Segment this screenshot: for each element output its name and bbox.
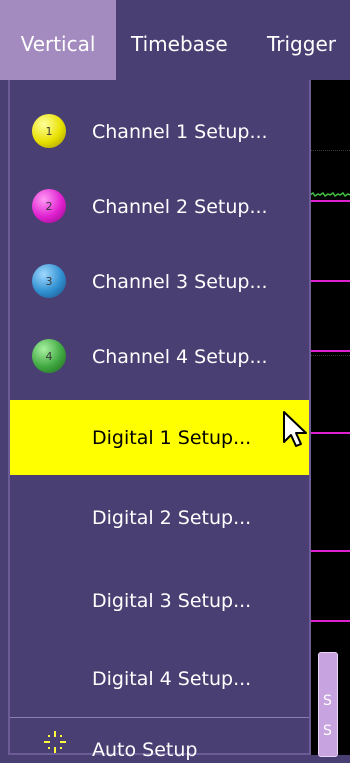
digital-trace [310, 620, 350, 622]
menu-item-digital-3-setup[interactable]: Digital 3 Setup... [10, 563, 309, 638]
digital-trace [310, 432, 350, 434]
menu-divider [10, 717, 309, 718]
channel-2-icon: 2 [32, 189, 66, 223]
menu-item-label: Auto Setup [92, 739, 198, 761]
channel-trace [310, 192, 350, 198]
scope-tag-label: S [323, 723, 332, 739]
menu-item-label: Digital 3 Setup... [92, 589, 252, 612]
channel-1-icon: 1 [32, 114, 66, 148]
scope-tag-label: S [323, 693, 332, 709]
menu-item-channel-3-setup[interactable]: 3 Channel 3 Setup... [10, 244, 309, 319]
digital-trace [310, 350, 350, 352]
menu-item-label: Channel 2 Setup... [92, 195, 268, 218]
menu-item-label: Digital 2 Setup... [92, 506, 252, 529]
menu-item-label: Channel 4 Setup... [92, 345, 268, 368]
menu-item-digital-1-setup[interactable]: Digital 1 Setup... [10, 400, 309, 475]
menu-bar: Vertical Timebase Trigger [0, 0, 350, 80]
vertical-dropdown-menu: 1 Channel 1 Setup... 2 Channel 2 Setup..… [8, 80, 311, 761]
channel-3-icon: 3 [32, 264, 66, 298]
menu-vertical[interactable]: Vertical [0, 0, 116, 80]
menu-item-channel-1-setup[interactable]: 1 Channel 1 Setup... [10, 94, 309, 169]
menu-trigger[interactable]: Trigger [267, 0, 336, 80]
menu-item-channel-2-setup[interactable]: 2 Channel 2 Setup... [10, 169, 309, 244]
menu-item-label: Digital 1 Setup... [92, 426, 252, 449]
digital-trace [310, 280, 350, 282]
menu-item-digital-2-setup[interactable]: Digital 2 Setup... [10, 480, 309, 555]
channel-4-icon: 4 [32, 339, 66, 373]
digital-trace [310, 550, 350, 552]
menu-item-auto-setup[interactable]: Auto Setup [10, 723, 309, 763]
menu-item-label: Digital 4 Setup... [92, 667, 252, 690]
grid-line [310, 355, 350, 356]
mouse-cursor-icon [283, 411, 307, 447]
grid-line [310, 150, 350, 151]
menu-timebase[interactable]: Timebase [131, 0, 228, 80]
sparkle-icon [44, 731, 66, 753]
digital-trace [310, 200, 350, 202]
menu-item-channel-4-setup[interactable]: 4 Channel 4 Setup... [10, 319, 309, 394]
scope-tag: S S [318, 652, 338, 757]
menu-item-label: Channel 3 Setup... [92, 270, 268, 293]
menu-item-label: Channel 1 Setup... [92, 120, 268, 143]
menu-item-digital-4-setup[interactable]: Digital 4 Setup... [10, 641, 309, 716]
